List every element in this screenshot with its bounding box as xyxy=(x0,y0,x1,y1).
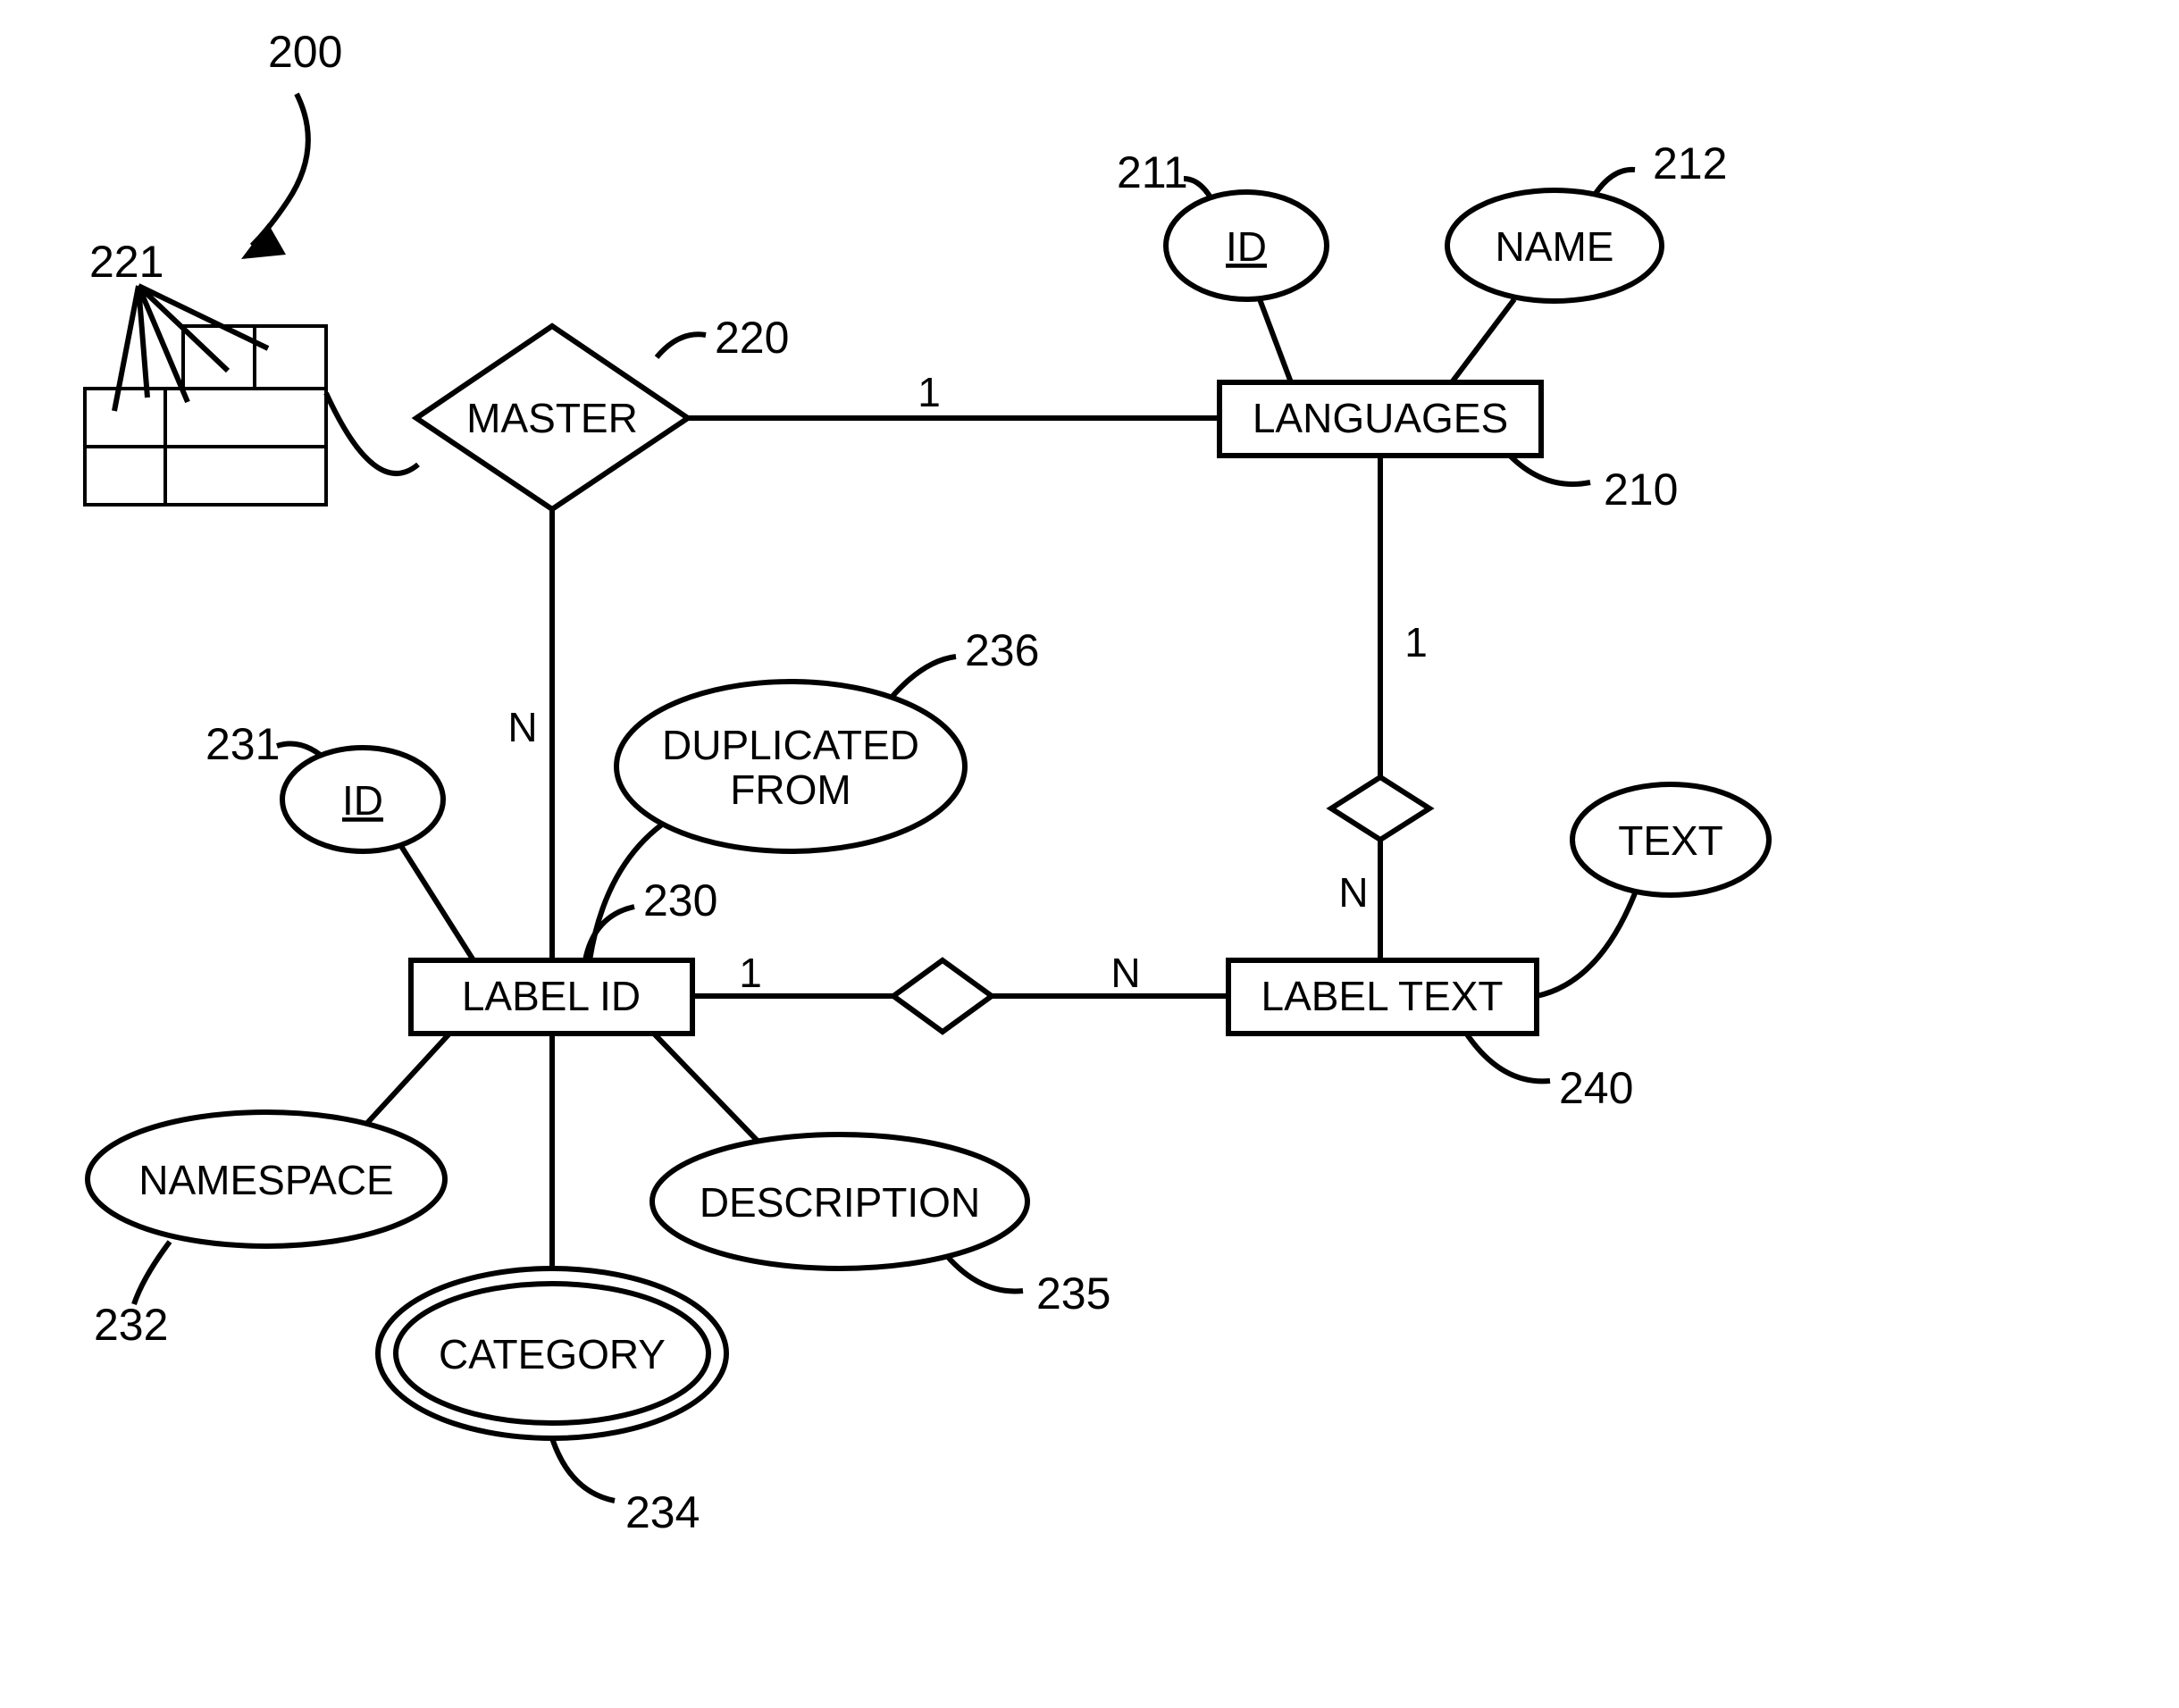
card-labelid-rel-right: N xyxy=(1110,950,1140,996)
relationship-master-label: MASTER xyxy=(466,395,638,441)
leader-240 xyxy=(1465,1032,1550,1081)
relationship-lang-labeltext xyxy=(1331,777,1429,840)
edge-labeltext-text xyxy=(1537,893,1635,996)
attr-dup-from-label2: FROM xyxy=(730,766,851,813)
entity-label-id-label: LABEL ID xyxy=(462,973,641,1019)
attr-dup-from-label1: DUPLICATED xyxy=(662,722,919,768)
ref-235: 235 xyxy=(1036,1268,1110,1319)
ref-220: 220 xyxy=(715,313,789,363)
ref-232: 232 xyxy=(94,1300,168,1350)
ref-200: 200 xyxy=(268,27,342,77)
leader-210 xyxy=(1510,456,1590,484)
relationship-labelid-labeltext xyxy=(893,960,992,1032)
leader-234 xyxy=(552,1438,615,1501)
ref-234: 234 xyxy=(625,1487,700,1537)
ref-212: 212 xyxy=(1653,138,1727,188)
ref-210: 210 xyxy=(1604,465,1678,515)
entity-languages-label: LANGUAGES xyxy=(1253,395,1508,441)
ref-236: 236 xyxy=(965,625,1039,675)
arrowhead-200 xyxy=(241,223,286,259)
leader-221a xyxy=(114,286,138,411)
attr-namespace-label: NAMESPACE xyxy=(138,1157,393,1203)
attr-category-label: CATEGORY xyxy=(439,1331,666,1377)
edge-table-master xyxy=(326,393,418,473)
ref-231: 231 xyxy=(205,719,280,769)
er-diagram: MASTER LANGUAGES ID NAME LABEL TEXT TEXT… xyxy=(0,0,2179,1708)
card-master-languages: 1 xyxy=(918,369,941,415)
entity-label-text-label: LABEL TEXT xyxy=(1261,973,1503,1019)
leader-212 xyxy=(1595,170,1635,195)
attr-text-label: TEXT xyxy=(1618,817,1723,864)
attr-lang-name-label: NAME xyxy=(1496,223,1614,270)
ref-230: 230 xyxy=(643,875,717,925)
attr-lang-id-label: ID xyxy=(1226,223,1267,270)
leader-232 xyxy=(134,1242,170,1304)
ref-240: 240 xyxy=(1559,1063,1633,1113)
edge-lang-name xyxy=(1452,299,1514,382)
edge-lang-id xyxy=(1260,299,1291,382)
ref-221: 221 xyxy=(89,237,163,287)
card-labelid-rel-left: 1 xyxy=(739,950,762,996)
attr-lid-id-label: ID xyxy=(342,777,383,824)
card-lang-rel-bot: N xyxy=(1338,869,1368,916)
leader-221e xyxy=(138,286,268,348)
ref-211: 211 xyxy=(1117,147,1188,197)
card-lang-rel-top: 1 xyxy=(1404,619,1428,666)
attr-description-label: DESCRIPTION xyxy=(700,1179,980,1226)
leader-200 xyxy=(252,94,308,246)
card-master-labelid: N xyxy=(507,704,537,750)
leader-220 xyxy=(657,334,706,357)
